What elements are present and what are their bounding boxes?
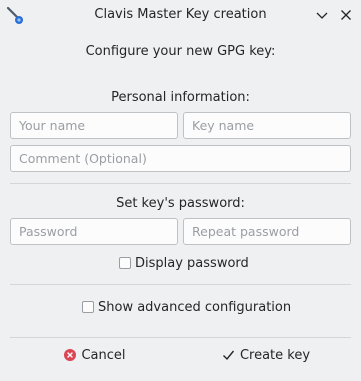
divider <box>10 284 351 285</box>
window-title: Clavis Master Key creation <box>94 7 267 22</box>
create-key-label: Create key <box>239 347 311 363</box>
display-password-checkbox[interactable] <box>119 257 131 269</box>
form-heading: Configure your new GPG key: <box>85 44 276 59</box>
close-icon[interactable] <box>338 7 354 23</box>
cancel-button[interactable]: Cancel <box>10 340 180 370</box>
form-content: Configure your new GPG key: Personal inf… <box>0 30 361 381</box>
display-password-label: Display password <box>135 255 249 271</box>
comment-input[interactable] <box>10 145 351 172</box>
advanced-config-toggle[interactable]: Show advanced configuration <box>82 299 291 315</box>
cancel-icon <box>64 349 77 361</box>
advanced-config-label: Show advanced configuration <box>98 299 292 315</box>
password-heading: Set key's password: <box>116 196 245 211</box>
divider <box>10 337 351 338</box>
title-bar[interactable]: Clavis Master Key creation <box>0 0 361 30</box>
password-input[interactable] <box>10 218 178 245</box>
advanced-config-checkbox[interactable] <box>82 301 94 313</box>
create-key-button[interactable]: Create key <box>181 340 351 370</box>
checkmark-icon <box>222 349 235 361</box>
cancel-label: Cancel <box>81 347 126 363</box>
divider <box>10 183 351 184</box>
your-name-input[interactable] <box>10 112 178 139</box>
dialog-window: Clavis Master Key creation Configure you… <box>0 0 361 381</box>
repeat-password-input[interactable] <box>183 218 351 245</box>
key-name-input[interactable] <box>183 112 351 139</box>
chevron-down-icon[interactable] <box>314 7 330 23</box>
display-password-toggle[interactable]: Display password <box>119 255 249 271</box>
personal-info-heading: Personal information: <box>111 90 250 105</box>
